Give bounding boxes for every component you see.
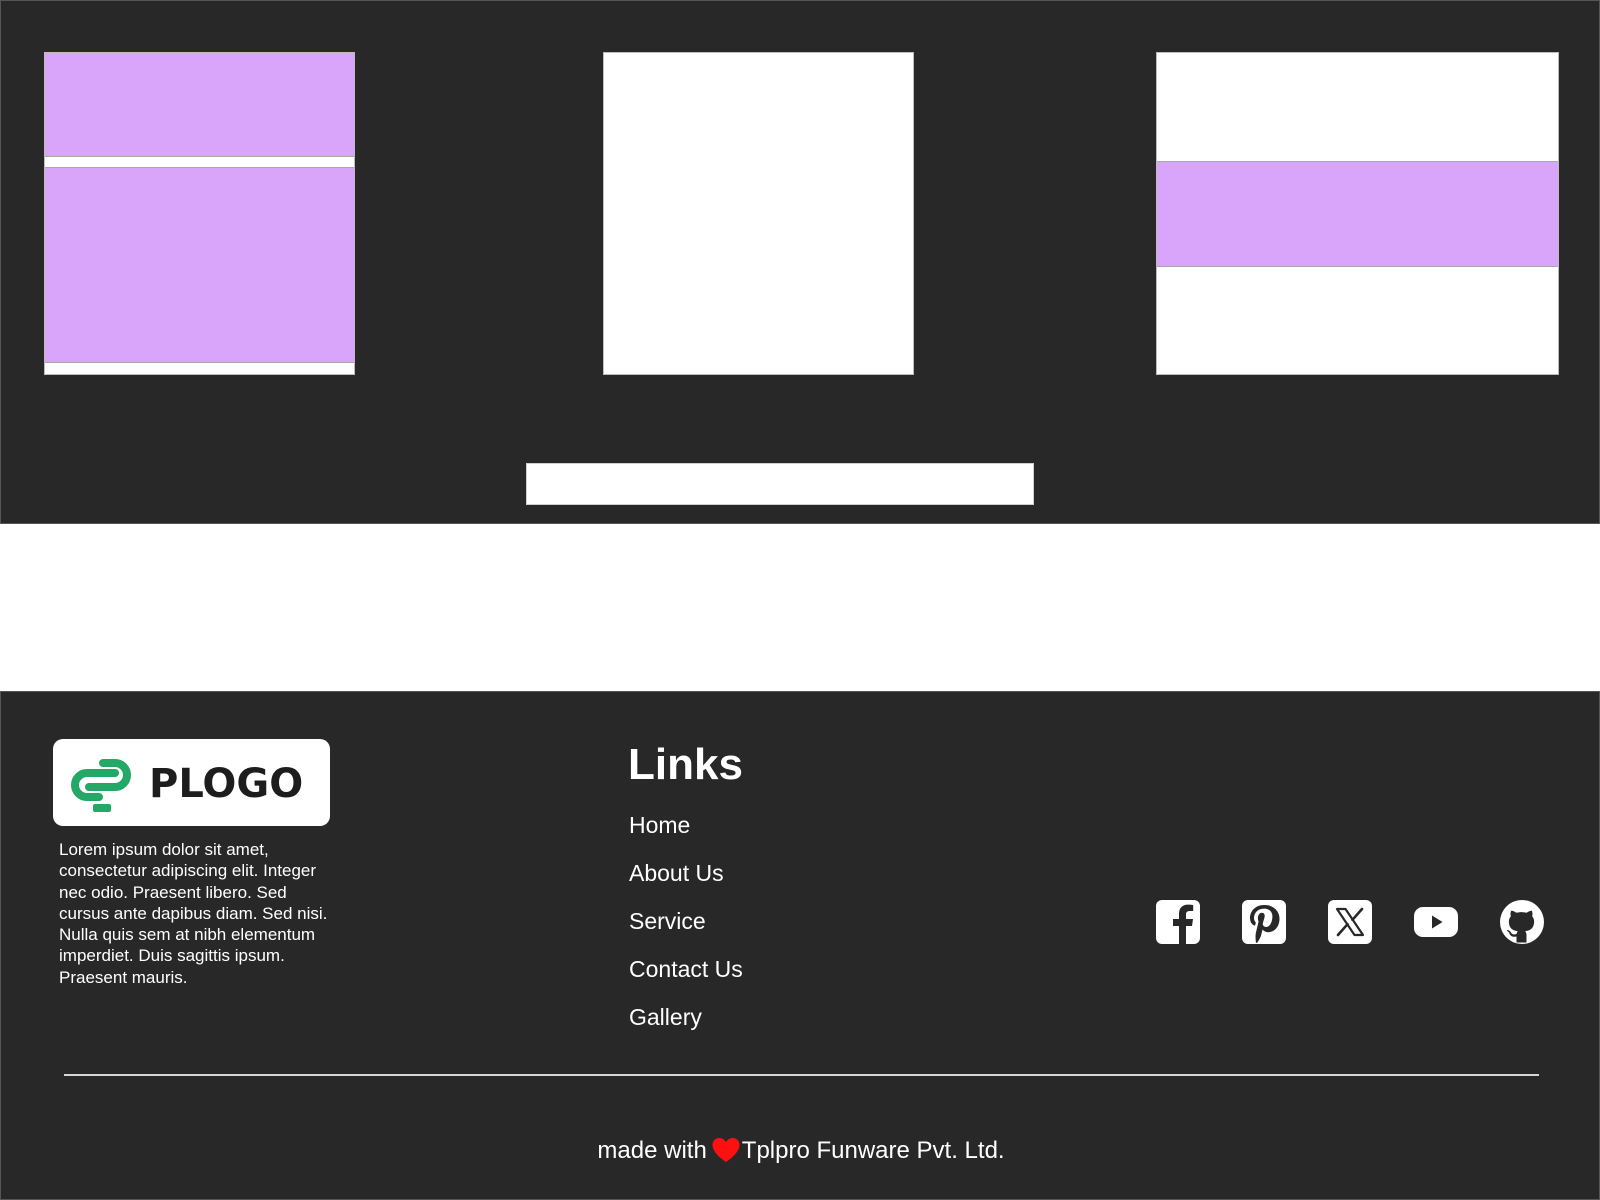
logo-text: PLOGO <box>149 761 304 807</box>
credit-company[interactable]: Tplpro Funware Pvt. Ltd. <box>742 1137 1005 1164</box>
top-section <box>0 0 1600 524</box>
links-heading: Links <box>628 740 743 789</box>
footer: PLOGO Lorem ipsum dolor sit amet, consec… <box>0 691 1600 1200</box>
github-icon[interactable] <box>1499 899 1545 945</box>
page: PLOGO Lorem ipsum dolor sit amet, consec… <box>0 0 1600 1200</box>
card-right-band <box>1157 161 1558 267</box>
footer-link-home[interactable]: Home <box>629 811 743 859</box>
card-left-band-top <box>45 53 354 157</box>
footer-divider <box>64 1074 1539 1076</box>
heart-icon <box>712 1138 740 1162</box>
footer-link-service[interactable]: Service <box>629 907 743 955</box>
facebook-icon[interactable] <box>1155 899 1201 945</box>
about-text: Lorem ipsum dolor sit amet, consectetur … <box>59 840 328 987</box>
footer-links: Home About Us Service Contact Us Gallery <box>629 811 743 1051</box>
footer-link-gallery[interactable]: Gallery <box>629 1003 743 1051</box>
logo[interactable]: PLOGO <box>53 739 330 826</box>
credit-line: made with Tplpro Funware Pvt. Ltd. <box>1 1136 1600 1166</box>
credit-prefix: made with <box>597 1137 707 1164</box>
logo-mark-icon <box>71 759 131 812</box>
social-links <box>1155 899 1545 945</box>
footer-link-contact-us[interactable]: Contact Us <box>629 955 743 1003</box>
card-left-band-bottom <box>45 167 354 363</box>
card-left[interactable] <box>44 52 355 375</box>
footer-link-about-us[interactable]: About Us <box>629 859 743 907</box>
pinterest-icon[interactable] <box>1241 899 1287 945</box>
x-icon[interactable] <box>1327 899 1373 945</box>
spacer <box>0 524 1600 691</box>
youtube-icon[interactable] <box>1413 899 1459 945</box>
text-bar[interactable] <box>526 463 1034 505</box>
card-middle[interactable] <box>603 52 914 375</box>
card-right[interactable] <box>1156 52 1559 375</box>
